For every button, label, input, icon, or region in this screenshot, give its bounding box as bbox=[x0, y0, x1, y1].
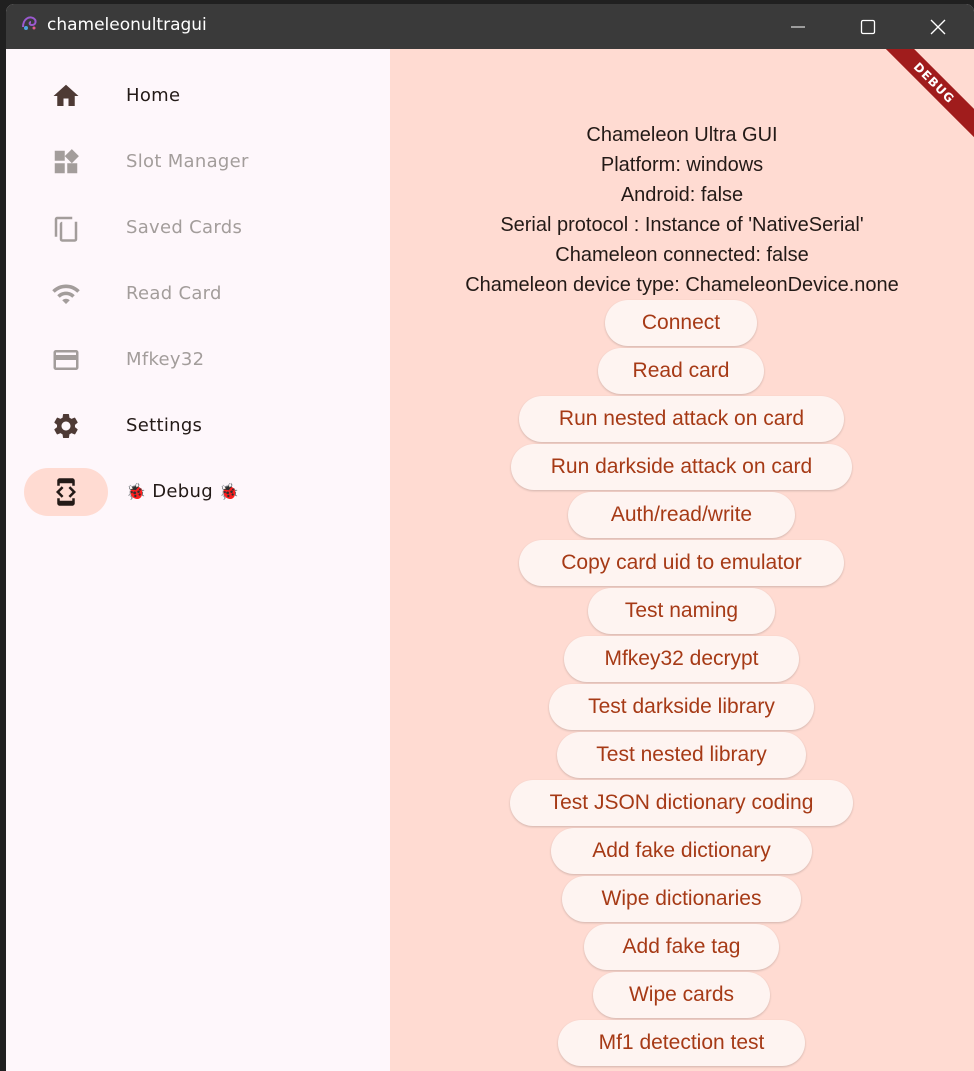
nested-attack-button[interactable]: Run nested attack on card bbox=[519, 396, 844, 442]
window-title: chameleonultragui bbox=[47, 15, 207, 35]
device-info: Chameleon Ultra GUI Platform: windows An… bbox=[390, 120, 974, 300]
info-serial-protocol: Serial protocol : Instance of 'NativeSer… bbox=[500, 214, 864, 236]
test-naming-button[interactable]: Test naming bbox=[588, 588, 775, 634]
developer-mode-icon bbox=[24, 468, 108, 516]
nav-item-saved-cards[interactable]: Saved Cards bbox=[6, 195, 390, 261]
darkside-attack-button[interactable]: Run darkside attack on card bbox=[511, 444, 852, 490]
connect-button[interactable]: Connect bbox=[605, 300, 757, 346]
nav-item-settings[interactable]: Settings bbox=[6, 393, 390, 459]
nav-label-slot-manager: Slot Manager bbox=[126, 151, 249, 172]
debug-page: DEBUG Chameleon Ultra GUI Platform: wind… bbox=[390, 49, 974, 1071]
wipe-cards-button[interactable]: Wipe cards bbox=[593, 972, 770, 1018]
info-device-type: Chameleon device type: ChameleonDevice.n… bbox=[465, 274, 899, 296]
app-window: chameleonultragui Home Slot Manager Save… bbox=[6, 4, 974, 1071]
nav-item-read-card[interactable]: Read Card bbox=[6, 261, 390, 327]
test-nested-library-button[interactable]: Test nested library bbox=[557, 732, 806, 778]
wipe-dictionaries-button[interactable]: Wipe dictionaries bbox=[562, 876, 801, 922]
navigation-rail: Home Slot Manager Saved Cards Read Card bbox=[6, 49, 390, 1071]
test-darkside-library-button[interactable]: Test darkside library bbox=[549, 684, 814, 730]
minimize-button[interactable] bbox=[763, 4, 833, 49]
gear-icon bbox=[24, 402, 108, 450]
ladybug-icon: 🐞 bbox=[126, 482, 147, 501]
auth-read-write-button[interactable]: Auth/read/write bbox=[568, 492, 795, 538]
widgets-icon bbox=[24, 138, 108, 186]
nav-item-mfkey32[interactable]: Mfkey32 bbox=[6, 327, 390, 393]
nav-item-slot-manager[interactable]: Slot Manager bbox=[6, 129, 390, 195]
close-icon bbox=[930, 19, 946, 34]
app-logo-icon bbox=[22, 16, 37, 30]
credit-card-icon bbox=[24, 336, 108, 384]
maximize-icon bbox=[860, 19, 876, 34]
nav-label-home: Home bbox=[126, 85, 181, 106]
maximize-button[interactable] bbox=[833, 4, 903, 49]
title-bar[interactable]: chameleonultragui bbox=[6, 4, 974, 49]
info-app-name: Chameleon Ultra GUI bbox=[586, 124, 778, 146]
nav-item-debug[interactable]: 🐞 Debug 🐞 bbox=[6, 459, 390, 525]
minimize-icon bbox=[791, 26, 805, 27]
nav-item-home[interactable]: Home bbox=[6, 63, 390, 129]
nav-label-settings: Settings bbox=[126, 415, 203, 436]
test-json-dictionary-button[interactable]: Test JSON dictionary coding bbox=[510, 780, 853, 826]
nav-label-debug: 🐞 Debug 🐞 bbox=[126, 481, 239, 502]
mf1-detection-test-button[interactable]: Mf1 detection test bbox=[558, 1020, 805, 1066]
info-platform: Platform: windows bbox=[600, 154, 764, 176]
copy-uid-button[interactable]: Copy card uid to emulator bbox=[519, 540, 844, 586]
nav-label-read-card: Read Card bbox=[126, 283, 222, 304]
close-button[interactable] bbox=[903, 4, 973, 49]
copy-icon bbox=[24, 204, 108, 252]
nav-label-mfkey32: Mfkey32 bbox=[126, 349, 205, 370]
ladybug-icon: 🐞 bbox=[219, 482, 240, 501]
read-card-button[interactable]: Read card bbox=[598, 348, 764, 394]
add-fake-dictionary-button[interactable]: Add fake dictionary bbox=[551, 828, 812, 874]
nav-label-debug-text: Debug bbox=[152, 481, 213, 502]
home-icon bbox=[24, 72, 108, 120]
wifi-icon bbox=[24, 270, 108, 318]
nav-label-saved-cards: Saved Cards bbox=[126, 217, 243, 238]
info-connected: Chameleon connected: false bbox=[555, 244, 809, 266]
info-android: Android: false bbox=[620, 184, 744, 206]
add-fake-tag-button[interactable]: Add fake tag bbox=[584, 924, 779, 970]
mfkey32-decrypt-button[interactable]: Mfkey32 decrypt bbox=[564, 636, 799, 682]
